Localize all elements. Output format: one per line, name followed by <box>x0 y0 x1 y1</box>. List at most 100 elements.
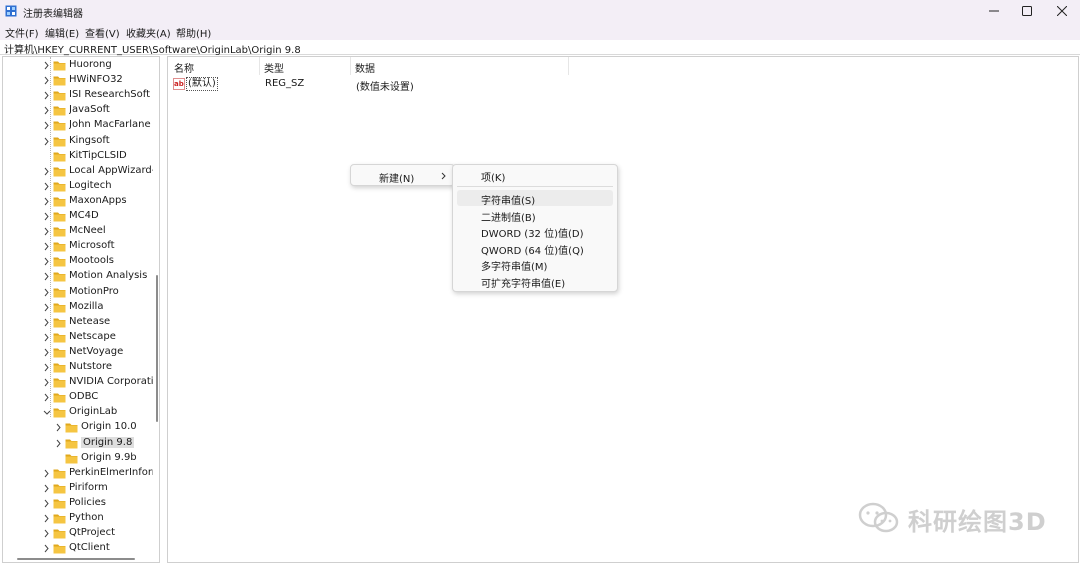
chevron-right-icon[interactable] <box>43 91 51 100</box>
chevron-down-icon[interactable] <box>43 408 51 417</box>
chevron-right-icon[interactable] <box>43 333 51 342</box>
submenu-item[interactable]: 二进制值(B) <box>457 207 613 224</box>
submenu-item[interactable]: 多字符串值(M) <box>457 256 613 273</box>
tree-item[interactable]: Policies <box>3 496 153 511</box>
value-row[interactable]: ab (默认) REG_SZ (数值未设置) <box>171 76 571 93</box>
value-name[interactable]: (默认) <box>186 77 218 91</box>
tree-item[interactable]: MC4D <box>3 209 153 224</box>
chevron-right-icon[interactable] <box>43 499 51 508</box>
chevron-right-icon[interactable] <box>43 303 51 312</box>
tree-item[interactable]: PerkinElmerInformatics <box>3 466 153 481</box>
menu-view[interactable]: 查看(V) <box>85 25 120 40</box>
menu-bar: 文件(F) 编辑(E) 查看(V) 收藏夹(A) 帮助(H) <box>0 22 1080 40</box>
tree-item[interactable]: Piriform <box>3 481 153 496</box>
maximize-button[interactable] <box>1009 0 1045 22</box>
chevron-right-icon[interactable] <box>43 61 51 70</box>
chevron-right-icon[interactable] <box>43 227 51 236</box>
tree-vertical-scrollbar[interactable] <box>156 275 158 422</box>
chevron-right-icon[interactable] <box>43 212 51 221</box>
tree-item[interactable]: MaxonApps <box>3 194 153 209</box>
chevron-right-icon[interactable] <box>43 76 51 85</box>
chevron-right-icon[interactable] <box>43 484 51 493</box>
chevron-right-icon[interactable] <box>43 272 51 281</box>
address-bar[interactable]: 计算机\HKEY_CURRENT_USER\Software\OriginLab… <box>0 40 1080 56</box>
tree-item[interactable]: QtClient <box>3 541 153 556</box>
close-button[interactable] <box>1044 0 1080 22</box>
chevron-right-icon[interactable] <box>43 242 51 251</box>
minimize-button[interactable] <box>976 0 1012 22</box>
tree-item[interactable]: Netscape <box>3 330 153 345</box>
tree-item[interactable]: JavaSoft <box>3 103 153 118</box>
submenu-item[interactable]: 字符串值(S) <box>457 190 613 207</box>
chevron-right-icon[interactable] <box>43 529 51 538</box>
submenu-item[interactable]: 可扩充字符串值(E) <box>457 273 613 290</box>
tree-item[interactable]: KitTipCLSID <box>3 149 153 164</box>
tree-item[interactable]: HWiNFO32 <box>3 73 153 88</box>
tree-item[interactable]: Motion Analysis <box>3 269 153 284</box>
tree-item[interactable]: Netease <box>3 315 153 330</box>
tree-item[interactable]: Origin 10.0 <box>3 420 153 435</box>
folder-icon <box>53 167 66 177</box>
column-separator[interactable] <box>568 57 569 75</box>
values-pane[interactable]: 名称 类型 数据 ab (默认) REG_SZ (数值未设置) <box>167 56 1079 563</box>
key-tree-pane[interactable]: Huorong HWiNFO32 ISI ResearchSoft JavaSoft J… <box>2 56 160 563</box>
tree-item[interactable]: Python <box>3 511 153 526</box>
tree-item[interactable]: Origin 9.8 <box>3 436 153 451</box>
tree-item[interactable]: NetVoyage <box>3 345 153 360</box>
menu-file[interactable]: 文件(F) <box>5 25 39 40</box>
tree-item[interactable]: Local AppWizard-Generated <box>3 164 153 179</box>
tree-item[interactable]: ODBC <box>3 390 153 405</box>
chevron-right-icon[interactable] <box>43 363 51 372</box>
chevron-right-icon[interactable] <box>43 137 51 146</box>
menu-edit[interactable]: 编辑(E) <box>45 25 79 40</box>
chevron-right-icon[interactable] <box>43 182 51 191</box>
column-header-data[interactable]: 数据 <box>355 60 375 75</box>
chevron-right-icon[interactable] <box>55 439 63 448</box>
tree-item[interactable]: Mootools <box>3 254 153 269</box>
chevron-right-icon[interactable] <box>43 514 51 523</box>
tree-horizontal-scrollbar[interactable] <box>17 558 135 560</box>
tree-item-label: Mozilla <box>69 300 104 312</box>
tree-item[interactable]: McNeel <box>3 224 153 239</box>
tree-item[interactable]: MotionPro <box>3 285 153 300</box>
tree-item[interactable]: Nutstore <box>3 360 153 375</box>
tree-item[interactable]: John MacFarlane <box>3 118 153 133</box>
chevron-right-icon[interactable] <box>55 423 63 432</box>
tree-item[interactable]: QtProject <box>3 526 153 541</box>
context-menu-new[interactable]: 新建(N) <box>355 168 450 185</box>
tree-item-label: Local AppWizard-Generated <box>69 164 153 176</box>
chevron-right-icon[interactable] <box>43 348 51 357</box>
submenu-item[interactable]: QWORD (64 位)值(Q) <box>457 240 613 257</box>
column-separator[interactable] <box>259 57 260 75</box>
chevron-right-icon[interactable] <box>43 106 51 115</box>
chevron-right-icon[interactable] <box>43 121 51 130</box>
chevron-right-icon[interactable] <box>43 469 51 478</box>
tree-item[interactable]: Kingsoft <box>3 134 153 149</box>
tree-item[interactable]: Microsoft <box>3 239 153 254</box>
chevron-right-icon[interactable] <box>43 167 51 176</box>
submenu-item-key[interactable]: 项(K) <box>457 167 613 184</box>
menu-favorites[interactable]: 收藏夹(A) <box>126 25 171 40</box>
chevron-right-icon[interactable] <box>43 378 51 387</box>
column-header-type[interactable]: 类型 <box>264 60 284 75</box>
chevron-right-icon[interactable] <box>43 544 51 553</box>
menu-help[interactable]: 帮助(H) <box>176 25 211 40</box>
tree-item[interactable]: OriginLab <box>3 405 153 420</box>
column-header-name[interactable]: 名称 <box>174 60 194 75</box>
folder-icon <box>53 197 66 207</box>
chevron-right-icon[interactable] <box>43 393 51 402</box>
tree-item-label: John MacFarlane <box>69 119 151 131</box>
title-bar: 注册表编辑器 <box>0 0 1080 22</box>
tree-item[interactable]: Huorong <box>3 58 153 73</box>
chevron-right-icon[interactable] <box>43 257 51 266</box>
tree-item[interactable]: Logitech <box>3 179 153 194</box>
tree-item[interactable]: NVIDIA Corporation <box>3 375 153 390</box>
submenu-item[interactable]: DWORD (32 位)值(D) <box>457 223 613 240</box>
column-separator[interactable] <box>350 57 351 75</box>
tree-item[interactable]: Origin 9.9b <box>3 451 153 466</box>
chevron-right-icon[interactable] <box>43 318 51 327</box>
tree-item[interactable]: ISI ResearchSoft <box>3 88 153 103</box>
chevron-right-icon[interactable] <box>43 197 51 206</box>
chevron-right-icon[interactable] <box>43 288 51 297</box>
tree-item[interactable]: Mozilla <box>3 300 153 315</box>
